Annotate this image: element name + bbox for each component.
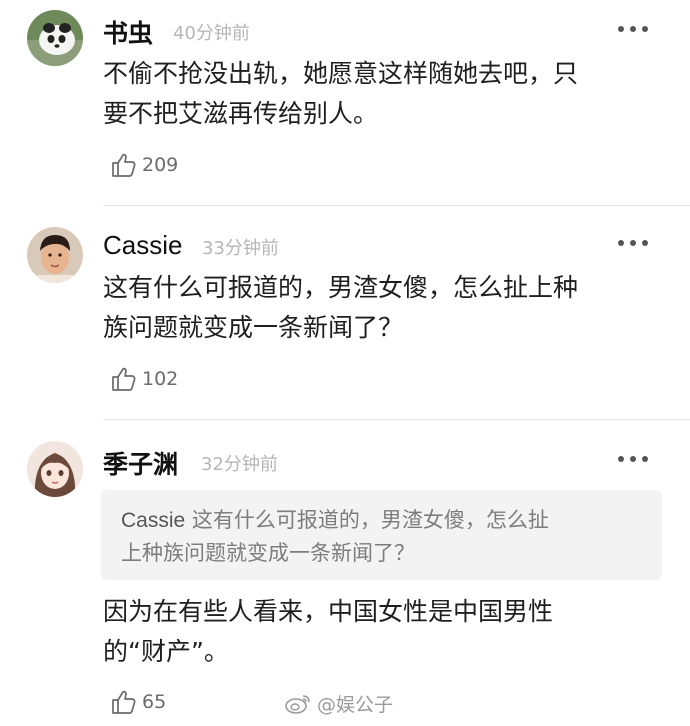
avatar[interactable] — [27, 441, 83, 497]
comment-text-line: 这有什么可报道的，男渣女傻，怎么扯上种 — [103, 273, 579, 302]
like-count: 102 — [142, 368, 179, 390]
timestamp: 40分钟前 — [173, 23, 250, 44]
like-button[interactable]: 65 — [110, 688, 166, 716]
weibo-icon — [285, 694, 310, 714]
watermark: @娱公子 — [285, 690, 393, 717]
watermark-text: @娱公子 — [317, 694, 394, 716]
comment-text-line: 要不把艾滋再传给别人。 — [103, 99, 379, 128]
quote-author: Cassie — [121, 509, 186, 532]
thumbs-up-icon — [112, 690, 136, 714]
timestamp: 33分钟前 — [202, 238, 279, 259]
comment-text-line: 因为在有些人看来，中国女性是中国男性 — [103, 597, 554, 626]
like-count: 209 — [142, 154, 179, 176]
comment-text: 因为在有些人看来，中国女性是中国男性 的“财产”。 — [103, 592, 663, 672]
comment-text-line: 不偷不抢没出轨，她愿意这样随她去吧，只 — [103, 59, 579, 88]
more-options-icon[interactable] — [618, 238, 648, 248]
like-button[interactable]: 209 — [110, 151, 178, 179]
divider — [103, 419, 690, 420]
more-options-icon[interactable] — [618, 24, 648, 34]
comment-text-line: 族问题就变成一条新闻了？ — [103, 313, 404, 342]
avatar[interactable] — [27, 227, 83, 283]
quote-text: 上种族问题就变成一条新闻了？ — [121, 541, 415, 565]
comment-text: 这有什么可报道的，男渣女傻，怎么扯上种 族问题就变成一条新闻了？ — [103, 268, 663, 348]
username[interactable]: Cassie — [103, 230, 182, 261]
more-options-icon[interactable] — [618, 454, 648, 464]
comment-text: 不偷不抢没出轨，她愿意这样随她去吧，只 要不把艾滋再传给别人。 — [103, 54, 663, 134]
thumbs-up-icon — [112, 153, 136, 177]
quote-text: 这有什么可报道的，男渣女傻，怎么扯 — [191, 508, 549, 532]
username[interactable]: 书虫 — [103, 14, 153, 50]
like-button[interactable]: 102 — [110, 365, 178, 393]
divider — [103, 205, 690, 206]
timestamp: 32分钟前 — [201, 454, 278, 475]
quote-line: Cassie 这有什么可报道的，男渣女傻，怎么扯 — [121, 504, 642, 537]
quoted-comment[interactable]: Cassie 这有什么可报道的，男渣女傻，怎么扯 上种族问题就变成一条新闻了？ — [101, 490, 662, 580]
like-count: 65 — [142, 691, 167, 713]
avatar[interactable] — [27, 10, 83, 66]
thumbs-up-icon — [112, 367, 136, 391]
comment-text-line: 的“财产”。 — [103, 637, 229, 666]
username[interactable]: 季子渊 — [103, 445, 178, 481]
